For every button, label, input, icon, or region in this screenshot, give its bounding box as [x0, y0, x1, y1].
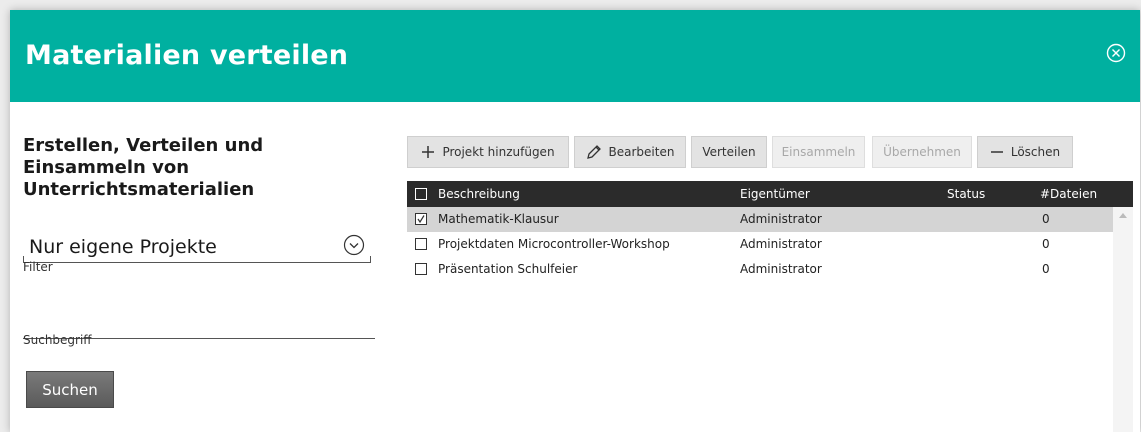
column-header-status[interactable]: Status	[947, 181, 985, 207]
search-button[interactable]: Suchen	[26, 371, 114, 408]
pencil-icon	[586, 145, 601, 159]
section-heading: Erstellen, Verteilen und Einsammeln von …	[23, 135, 264, 200]
filter-select[interactable]: Nur eigene Projekte	[23, 232, 371, 263]
row-description: Mathematik-Klausur	[438, 212, 559, 226]
column-header-files[interactable]: #Dateien	[1040, 181, 1097, 207]
plus-icon	[422, 146, 435, 158]
collect-button[interactable]: Einsammeln	[772, 136, 865, 168]
distribute-label: Verteilen	[702, 145, 756, 159]
table-header: Beschreibung Eigentümer Status #Dateien	[407, 181, 1133, 207]
adopt-button[interactable]: Übernehmen	[872, 136, 972, 168]
edit-button[interactable]: Bearbeiten	[574, 136, 686, 168]
table-row[interactable]: Präsentation Schulfeier Administrator 0	[407, 257, 1113, 282]
row-description: Präsentation Schulfeier	[438, 262, 578, 276]
add-project-label: Projekt hinzufügen	[442, 145, 555, 159]
row-checkbox[interactable]	[415, 213, 427, 225]
select-all-checkbox[interactable]	[415, 188, 427, 200]
checkmark-icon	[417, 215, 425, 224]
materials-dialog: Materialien verteilen Erstellen, Verteil…	[10, 10, 1140, 432]
column-header-owner[interactable]: Eigentümer	[740, 181, 810, 207]
delete-button[interactable]: Löschen	[977, 136, 1073, 168]
dialog-header: Materialien verteilen	[10, 10, 1140, 102]
filter-label: Filter	[23, 260, 53, 274]
minus-icon	[990, 151, 1003, 153]
collect-label: Einsammeln	[781, 145, 856, 159]
search-label: Suchbegriff	[23, 333, 92, 347]
adopt-label: Übernehmen	[883, 145, 961, 159]
dialog-title: Materialien verteilen	[25, 40, 349, 71]
table-scrollbar[interactable]	[1113, 207, 1133, 432]
edit-label: Bearbeiten	[608, 145, 675, 159]
delete-label: Löschen	[1010, 145, 1061, 159]
filter-select-value: Nur eigene Projekte	[29, 236, 217, 258]
row-checkbox[interactable]	[415, 263, 427, 275]
row-owner: Administrator	[740, 237, 822, 251]
close-icon[interactable]	[1106, 43, 1126, 63]
field-edge	[370, 256, 371, 262]
row-checkbox[interactable]	[415, 238, 427, 250]
distribute-button[interactable]: Verteilen	[691, 136, 767, 168]
add-project-button[interactable]: Projekt hinzufügen	[407, 136, 569, 168]
table-row[interactable]: Mathematik-Klausur Administrator 0	[407, 207, 1113, 232]
table-row[interactable]: Projektdaten Microcontroller-Workshop Ad…	[407, 232, 1113, 257]
chevron-down-icon	[343, 234, 365, 256]
scroll-up-icon[interactable]	[1119, 213, 1127, 218]
row-files: 0	[1042, 237, 1050, 251]
row-description: Projektdaten Microcontroller-Workshop	[438, 237, 670, 251]
row-files: 0	[1042, 212, 1050, 226]
row-owner: Administrator	[740, 212, 822, 226]
projects-table: Beschreibung Eigentümer Status #Dateien …	[407, 181, 1133, 432]
column-header-description[interactable]: Beschreibung	[438, 181, 520, 207]
row-files: 0	[1042, 262, 1050, 276]
row-owner: Administrator	[740, 262, 822, 276]
